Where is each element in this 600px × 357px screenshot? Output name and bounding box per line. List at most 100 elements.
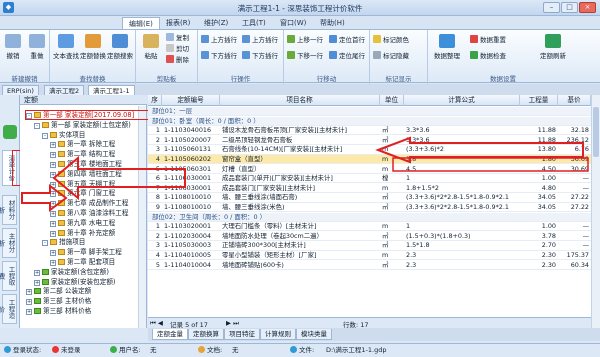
folder-icon — [58, 210, 65, 216]
expand-toggle-icon[interactable]: - — [42, 132, 48, 139]
tree-selection-box — [25, 110, 150, 120]
move-down-button[interactable]: 下移一行 — [287, 51, 323, 62]
quota-search-button[interactable]: 定额搜索 — [106, 32, 134, 60]
tree-node[interactable]: + 第三部 材料价格 — [26, 307, 91, 316]
insert-below-button[interactable]: 下方插行 — [201, 51, 237, 62]
tab-project-1-1[interactable]: 满示工程1-1 — [88, 85, 135, 95]
tree-node-label: 第一章 脚手架工程 — [67, 248, 122, 257]
tree-node[interactable]: + 第三部 主材价格 — [26, 297, 91, 306]
menu-edit[interactable]: 编辑(E) — [122, 17, 160, 29]
tree-node[interactable]: + 第十章 补充定额 — [50, 229, 115, 238]
tree-node[interactable]: - 实体项目 — [42, 131, 85, 140]
paste-button[interactable]: 粘贴 — [138, 32, 164, 60]
move-up-button[interactable]: 上移一行 — [287, 35, 323, 46]
menu-bar: 编辑(E) 报表(R) 维护(Z) 工具(T) 窗口(W) 帮助(H) — [0, 16, 600, 29]
menu-maintain[interactable]: 维护(Z) — [198, 17, 234, 29]
data-organize-button[interactable]: 数据整理 — [432, 32, 462, 60]
mark-hide-button[interactable]: 标记隐藏 — [373, 51, 409, 62]
user-icon — [110, 346, 117, 353]
folder-icon — [58, 180, 65, 187]
first-page-icon[interactable]: ⏮ ◀ — [150, 319, 163, 328]
tab-item-features[interactable]: 项目特征 — [224, 329, 260, 340]
sidebar-item-material[interactable]: 材料分析 — [0, 195, 17, 225]
menu-help[interactable]: 帮助(H) — [314, 17, 351, 29]
menu-window[interactable]: 窗口(W) — [274, 17, 312, 29]
tree-node[interactable]: + 家装定额(含包定额) — [34, 268, 109, 277]
expand-toggle-icon[interactable]: + — [50, 260, 56, 266]
expand-toggle-icon[interactable]: - — [34, 122, 40, 129]
undo-button[interactable]: 撤销 — [0, 32, 26, 60]
expand-toggle-icon[interactable]: + — [50, 230, 56, 237]
redo-button[interactable]: 重做 — [24, 32, 50, 60]
data-reset-button[interactable]: 数据重置 — [470, 35, 506, 46]
expand-toggle-icon[interactable]: + — [50, 171, 56, 178]
tree-node[interactable]: - 措施项目 — [42, 238, 85, 247]
expand-toggle-icon[interactable]: + — [26, 309, 32, 315]
quota-replace-button[interactable]: 定额替换 — [79, 32, 107, 60]
maximize-icon[interactable]: □ — [561, 2, 578, 13]
expand-toggle-icon[interactable]: + — [26, 289, 32, 296]
tree-node[interactable]: + 第一章 脚手架工程 — [50, 248, 122, 257]
delete-button[interactable]: 删除 — [166, 55, 189, 66]
close-icon[interactable]: × — [579, 2, 596, 13]
scroll-thumb[interactable] — [593, 107, 599, 157]
tree-node[interactable]: + 第五章 天棚工程 — [50, 180, 115, 189]
tab-module-qty[interactable]: 模块类量 — [296, 329, 332, 340]
pager: ⏮ ◀ 记录 5 of 17 ▶ ⏭ 行数: 17 — [148, 317, 591, 329]
tab-quota-convert[interactable]: 定额换算 — [188, 329, 224, 340]
insert-above-2-button[interactable]: 上方插行 — [242, 35, 278, 46]
sidebar-item-main-material[interactable]: 主材分析 — [0, 228, 17, 258]
folder-icon — [58, 219, 65, 226]
expand-toggle-icon[interactable]: + — [34, 279, 40, 286]
copy-button[interactable]: 复制 — [166, 33, 189, 44]
tree-node[interactable]: + 第二章 配套项目 — [50, 258, 115, 267]
tab-erp[interactable]: ERP(sin) — [2, 85, 39, 95]
tree-node[interactable]: + 第二部 公装定额 — [26, 287, 91, 296]
quota-refresh-button[interactable]: 定额刷新 — [536, 32, 570, 60]
grid-scrollbar[interactable] — [591, 95, 600, 328]
side-nav: 清单计价 材料分析 主材分析 工程取费 工程造价 — [0, 95, 20, 328]
mark-color-button[interactable]: 标记颜色 — [373, 35, 409, 46]
expand-toggle-icon[interactable]: + — [50, 191, 56, 198]
minimize-icon[interactable]: – — [543, 2, 560, 13]
tab-calc-rules[interactable]: 计算规则 — [260, 329, 296, 340]
text-find-button[interactable]: 文本查找 — [52, 32, 80, 60]
tree-scrollbar[interactable] — [138, 106, 146, 328]
tree-node[interactable]: + 第九章 水电工程 — [50, 219, 115, 228]
organize-icon — [439, 34, 455, 48]
goto-last-button[interactable]: 定位尾行 — [329, 51, 365, 62]
expand-toggle-icon[interactable]: + — [50, 220, 56, 227]
tree-node[interactable]: + 第二章 结构工程 — [50, 150, 115, 159]
insert-above-button[interactable]: 上方插行 — [201, 35, 237, 46]
menu-report[interactable]: 报表(R) — [160, 17, 196, 29]
cut-button[interactable]: 剪切 — [166, 44, 189, 55]
expand-toggle-icon[interactable]: + — [34, 269, 40, 276]
tree-node-label: 措施项目 — [59, 238, 86, 247]
tab-quota-amount[interactable]: 定额金量 — [152, 329, 188, 340]
expand-toggle-icon[interactable]: + — [26, 299, 32, 306]
tree-node[interactable]: + 第三章 楼地面工程 — [50, 160, 122, 169]
expand-toggle-icon[interactable]: + — [50, 211, 56, 217]
expand-toggle-icon[interactable]: + — [50, 162, 56, 168]
next-page-icon[interactable]: ▶ ⏭ — [226, 319, 239, 328]
tree-node[interactable]: + 第四章 墙柱面工程 — [50, 170, 122, 179]
insert-below-2-button[interactable]: 下方插行 — [242, 51, 278, 62]
tree-node[interactable]: + 家装定额(安装包定额) — [34, 278, 116, 287]
expand-toggle-icon[interactable]: + — [50, 142, 56, 149]
tab-project-2[interactable]: 满示工程2 — [44, 85, 85, 95]
tree-node[interactable]: + 第一章 拆除工程 — [50, 140, 115, 149]
tree-node[interactable]: + 第八章 油漆涂料工程 — [50, 209, 128, 218]
tree-node[interactable]: + 第七章 成品制作工程 — [50, 199, 128, 208]
menu-tools[interactable]: 工具(T) — [236, 17, 272, 29]
expand-toggle-icon[interactable]: + — [50, 181, 56, 188]
tree-node[interactable]: - 第一部 家装定额(土包定额) — [34, 121, 131, 130]
sidebar-item-cost[interactable]: 工程造价 — [0, 294, 17, 324]
expand-toggle-icon[interactable]: + — [50, 201, 56, 208]
expand-toggle-icon[interactable]: + — [50, 250, 56, 257]
tree-node[interactable]: + 第六章 门窗工程 — [50, 189, 115, 198]
expand-toggle-icon[interactable]: - — [42, 240, 48, 247]
data-check-button[interactable]: 数据检查 — [470, 51, 506, 62]
expand-toggle-icon[interactable]: + — [50, 152, 56, 159]
sidebar-item-fee[interactable]: 工程取费 — [0, 261, 17, 291]
goto-first-button[interactable]: 定位首行 — [329, 35, 365, 46]
